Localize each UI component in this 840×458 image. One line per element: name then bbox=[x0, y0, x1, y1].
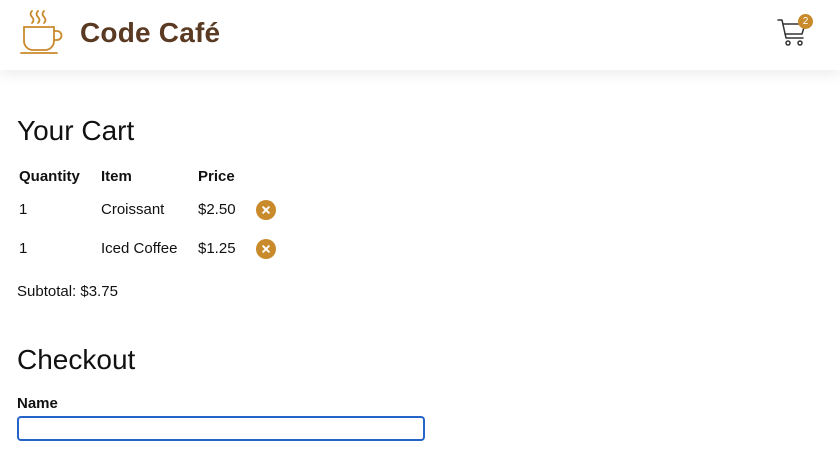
cart-title: Your Cart bbox=[17, 115, 135, 146]
name-label: Name bbox=[17, 395, 58, 412]
remove-iced-coffee-button[interactable] bbox=[256, 238, 276, 259]
coffee-cup-icon bbox=[20, 10, 63, 54]
home-link[interactable]: Code Café bbox=[18, 8, 220, 58]
site-header: Code Café 2 bbox=[0, 0, 840, 70]
row-remove-cell bbox=[256, 229, 296, 268]
column-header-quantity: Quantity bbox=[19, 167, 80, 185]
row-remove-cell bbox=[256, 190, 296, 229]
table-header-row: Quantity Item Price bbox=[17, 162, 296, 190]
row-price: $1.25 bbox=[198, 240, 236, 257]
table-row: 1 Croissant $2.50 bbox=[17, 190, 296, 229]
cart-button[interactable]: 2 bbox=[776, 14, 813, 48]
remove-croissant-button[interactable] bbox=[256, 199, 276, 220]
row-price: $2.50 bbox=[198, 201, 236, 218]
name-input[interactable] bbox=[17, 416, 425, 441]
brand-name: Code Café bbox=[80, 17, 221, 48]
table-row: 1 Iced Coffee $1.25 bbox=[17, 229, 296, 268]
column-header-remove bbox=[256, 162, 296, 190]
column-header-price: Price bbox=[198, 167, 235, 185]
row-item: Croissant bbox=[101, 201, 165, 218]
checkout-title: Checkout bbox=[17, 344, 136, 375]
cart-subtotal: Subtotal: $3.75 bbox=[17, 283, 118, 300]
row-item: Iced Coffee bbox=[101, 240, 178, 257]
cart-count-badge: 2 bbox=[798, 14, 813, 29]
cart-table: Quantity Item Price 1 Croissant $2.50 1 … bbox=[17, 162, 296, 268]
column-header-item: Item bbox=[101, 167, 132, 185]
row-quantity: 1 bbox=[19, 201, 28, 218]
row-quantity: 1 bbox=[19, 240, 28, 257]
